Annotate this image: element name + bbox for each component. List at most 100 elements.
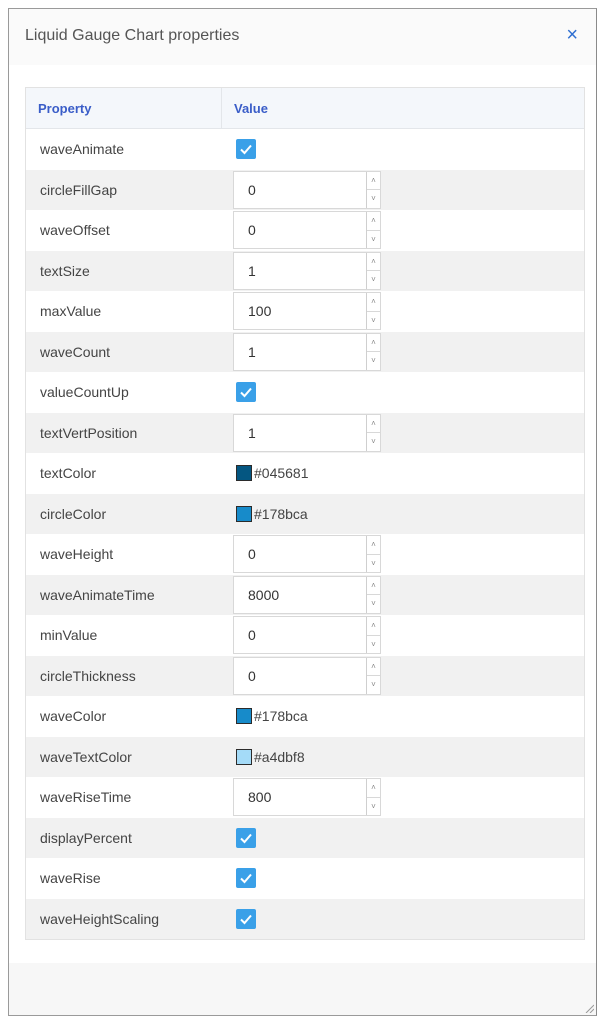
property-name: circleColor	[40, 505, 107, 522]
table-row: circleColor #178bca	[26, 493, 584, 534]
property-name: maxValue	[40, 303, 102, 320]
color-swatch[interactable]	[236, 708, 252, 725]
chevron-down-icon[interactable]: ˅	[367, 798, 380, 816]
chevron-up-icon[interactable]: ˄	[367, 779, 380, 798]
stepper-value[interactable]: 8000	[234, 587, 279, 603]
chevron-up-icon[interactable]: ˄	[367, 212, 380, 231]
stepper-value[interactable]: 0	[234, 668, 256, 684]
color-swatch[interactable]	[236, 465, 252, 482]
number-stepper[interactable]: 0 ˄ ˅	[233, 170, 381, 209]
color-swatch[interactable]	[236, 505, 252, 522]
number-stepper[interactable]: 1 ˄ ˅	[233, 413, 381, 452]
chevron-down-icon[interactable]: ˅	[367, 231, 380, 249]
chevron-down-icon[interactable]: ˅	[367, 312, 380, 330]
property-value: 1 ˄ ˅	[222, 332, 584, 371]
stepper-value[interactable]: 800	[234, 789, 271, 805]
check-icon	[240, 145, 252, 155]
table-row: textColor #045681	[26, 453, 584, 494]
table-row: valueCountUp	[26, 372, 584, 413]
property-value	[222, 827, 584, 848]
number-stepper[interactable]: 0 ˄ ˅	[233, 535, 381, 574]
property-value	[222, 382, 584, 403]
stepper-buttons: ˄ ˅	[366, 333, 380, 370]
chevron-down-icon[interactable]: ˅	[367, 190, 380, 208]
resize-grip-icon[interactable]	[584, 1003, 594, 1013]
property-value: #a4dbf8	[222, 748, 584, 765]
color-value: #178bca	[254, 505, 308, 522]
color-value: #a4dbf8	[254, 748, 305, 765]
table-row: displayPercent	[26, 817, 584, 858]
chevron-up-icon[interactable]: ˄	[367, 172, 380, 191]
color-swatch[interactable]	[236, 748, 252, 765]
property-name: minValue	[40, 627, 98, 644]
property-name: circleFillGap	[40, 181, 118, 198]
property-value: 0 ˄ ˅	[222, 535, 584, 574]
checkbox[interactable]	[236, 382, 256, 403]
property-value: 1 ˄ ˅	[222, 251, 584, 290]
table-row: textVertPosition 1 ˄ ˅	[26, 412, 584, 453]
property-value: #178bca	[222, 505, 584, 522]
chevron-up-icon[interactable]: ˄	[367, 334, 380, 353]
table-row: minValue 0 ˄ ˅	[26, 615, 584, 656]
chevron-down-icon[interactable]: ˅	[367, 636, 380, 654]
property-name: waveAnimateTime	[40, 586, 155, 603]
chevron-down-icon[interactable]: ˅	[367, 271, 380, 289]
table-row: waveHeight 0 ˄ ˅	[26, 534, 584, 575]
property-name: waveHeight	[40, 546, 114, 563]
close-icon[interactable]: ×	[566, 25, 578, 45]
chevron-up-icon[interactable]: ˄	[367, 577, 380, 596]
table-row: circleFillGap 0 ˄ ˅	[26, 169, 584, 210]
number-stepper[interactable]: 1 ˄ ˅	[233, 251, 381, 290]
stepper-value[interactable]: 1	[234, 263, 256, 279]
chevron-up-icon[interactable]: ˄	[367, 658, 380, 677]
property-name: textSize	[40, 262, 90, 279]
number-stepper[interactable]: 8000 ˄ ˅	[233, 575, 381, 614]
property-value: 0 ˄ ˅	[222, 211, 584, 250]
table-row: waveAnimateTime 8000 ˄ ˅	[26, 574, 584, 615]
chevron-down-icon[interactable]: ˅	[367, 555, 380, 573]
property-value: #045681	[222, 465, 584, 482]
stepper-value[interactable]: 1	[234, 344, 256, 360]
color-value: #178bca	[254, 708, 308, 725]
chevron-up-icon[interactable]: ˄	[367, 415, 380, 434]
chevron-up-icon[interactable]: ˄	[367, 253, 380, 272]
stepper-value[interactable]: 1	[234, 425, 256, 441]
checkbox[interactable]	[236, 908, 256, 929]
stepper-value[interactable]: 0	[234, 222, 256, 238]
property-name: waveColor	[40, 708, 107, 725]
checkbox[interactable]	[236, 868, 256, 889]
number-stepper[interactable]: 0 ˄ ˅	[233, 656, 381, 695]
stepper-value[interactable]: 0	[234, 182, 256, 198]
number-stepper[interactable]: 0 ˄ ˅	[233, 211, 381, 250]
table-row: waveOffset 0 ˄ ˅	[26, 210, 584, 251]
number-stepper[interactable]: 100 ˄ ˅	[233, 292, 381, 331]
stepper-buttons: ˄ ˅	[366, 212, 380, 249]
table-row: waveRiseTime 800 ˄ ˅	[26, 777, 584, 818]
stepper-value[interactable]: 0	[234, 546, 256, 562]
number-stepper[interactable]: 0 ˄ ˅	[233, 616, 381, 655]
checkbox[interactable]	[236, 139, 256, 160]
property-name: waveHeightScaling	[40, 910, 160, 927]
stepper-buttons: ˄ ˅	[366, 779, 380, 816]
chevron-down-icon[interactable]: ˅	[367, 352, 380, 370]
table-row: waveCount 1 ˄ ˅	[26, 331, 584, 372]
chevron-down-icon[interactable]: ˅	[367, 433, 380, 451]
chevron-up-icon[interactable]: ˄	[367, 293, 380, 312]
property-name: waveTextColor	[40, 748, 132, 765]
chevron-up-icon[interactable]: ˄	[367, 536, 380, 555]
property-value: 100 ˄ ˅	[222, 292, 584, 331]
number-stepper[interactable]: 800 ˄ ˅	[233, 778, 381, 817]
stepper-value[interactable]: 100	[234, 303, 271, 319]
property-name: waveAnimate	[40, 141, 125, 158]
stepper-value[interactable]: 0	[234, 627, 256, 643]
table-row: waveHeightScaling	[26, 898, 584, 939]
chevron-up-icon[interactable]: ˄	[367, 617, 380, 636]
property-value: #178bca	[222, 708, 584, 725]
chevron-down-icon[interactable]: ˅	[367, 676, 380, 694]
number-stepper[interactable]: 1 ˄ ˅	[233, 332, 381, 371]
stepper-buttons: ˄ ˅	[366, 414, 380, 451]
property-name: valueCountUp	[40, 384, 129, 401]
table-row: waveColor #178bca	[26, 696, 584, 737]
chevron-down-icon[interactable]: ˅	[367, 595, 380, 613]
checkbox[interactable]	[236, 827, 256, 848]
